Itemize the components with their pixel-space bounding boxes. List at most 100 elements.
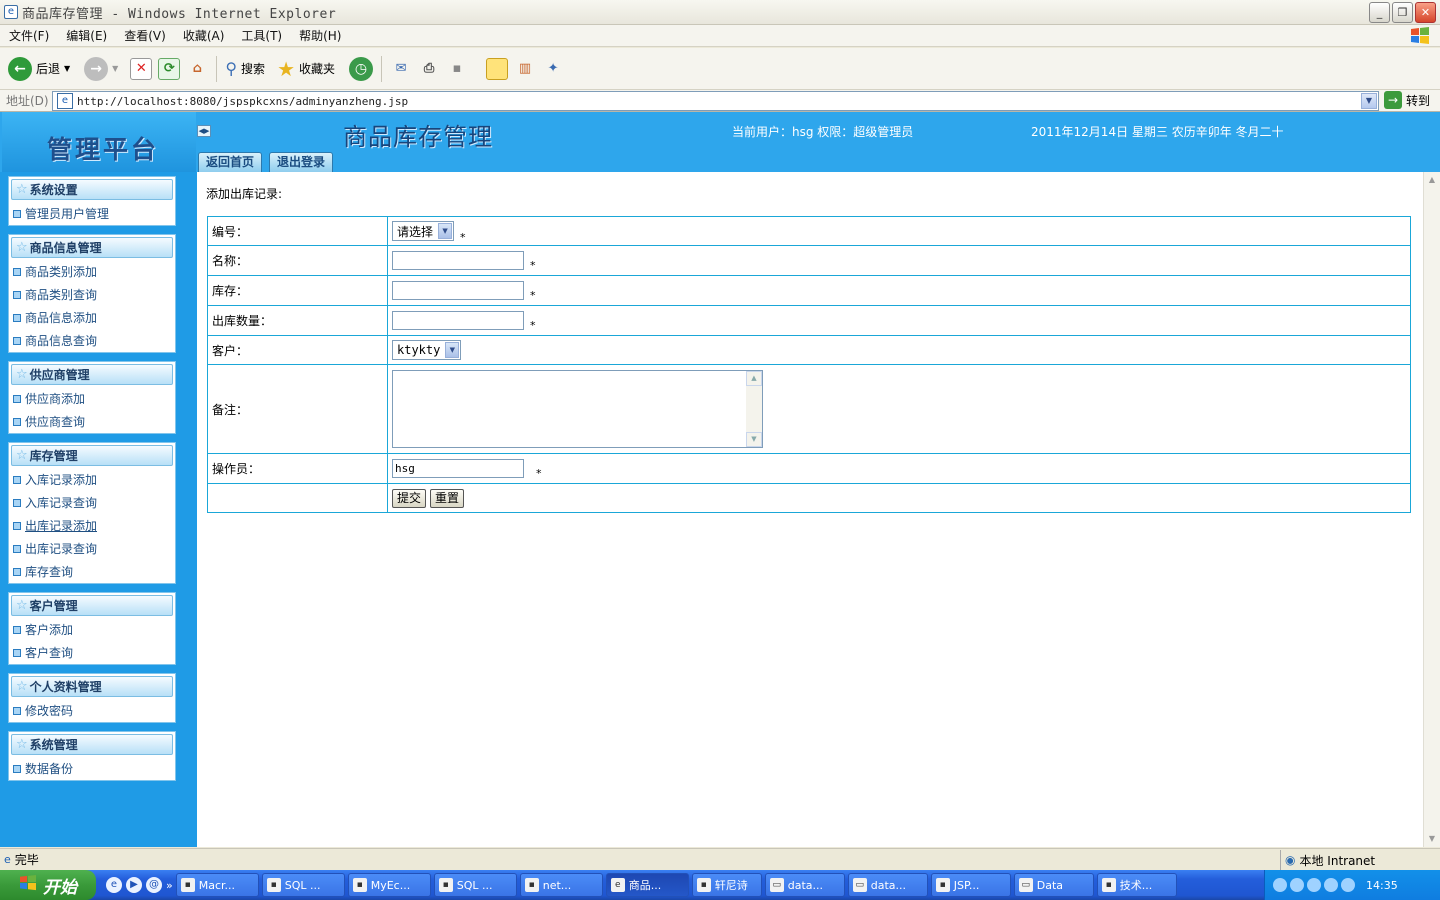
sidebar-item-admin-users[interactable]: 管理员用户管理 [9,202,175,225]
collapse-sidebar-icon[interactable]: ◀▶ [197,125,211,137]
required-mark: * [530,289,536,302]
sidebar-section-product-info: ☆ 商品信息管理 商品类别添加 商品类别查询 商品信息添加 商品信息查询 [8,234,176,353]
taskbar-item[interactable]: ▪ MyEc... [347,873,431,897]
media-icon[interactable]: ▶ [126,877,142,893]
sidebar-section-header[interactable]: ☆ 系统设置 [11,179,173,200]
taskbar-item[interactable]: ▪ 轩尼诗 [691,873,762,897]
bullet-icon [13,417,21,426]
edit-icon[interactable]: ▪ [446,58,468,80]
tray-icon[interactable] [1307,878,1321,892]
operator-input[interactable] [392,459,524,478]
sidebar-item-stockout-query[interactable]: 出库记录查询 [9,537,175,560]
scroll-down-icon[interactable]: ▼ [1424,831,1440,847]
address-input[interactable]: e http://localhost:8080/jspspkcxns/admin… [52,91,1379,111]
scroll-up-icon[interactable]: ▲ [1424,172,1440,188]
tray-icon[interactable] [1341,878,1355,892]
reset-button[interactable]: 重置 [430,488,465,508]
taskbar-item[interactable]: ▭ data... [847,873,928,897]
taskbar-item[interactable]: ▪ SQL ... [261,873,345,897]
sidebar-item-category-query[interactable]: 商品类别查询 [9,283,175,306]
out-qty-input[interactable] [392,311,524,330]
taskbar-item[interactable]: ▪ JSP... [930,873,1011,897]
taskbar-item[interactable]: ▭ data... [764,873,845,897]
research-icon[interactable]: ▥ [514,58,536,80]
sidebar-section-header[interactable]: ☆ 客户管理 [11,595,173,616]
textarea-scrollbar[interactable]: ▲ ▼ [746,371,762,447]
mail-icon[interactable]: ✉ [390,58,412,80]
menu-file[interactable]: 文件(F) [0,27,57,44]
sidebar-section-header[interactable]: ☆ 供应商管理 [11,364,173,385]
go-button[interactable]: → 转到 [1384,91,1430,109]
history-icon[interactable]: ◷ [349,56,374,81]
search-button[interactable]: ⚲ 搜索 [225,54,265,84]
menu-edit[interactable]: 编辑(E) [57,27,115,44]
menu-view[interactable]: 查看(V) [115,27,174,44]
sidebar-section-header[interactable]: ☆ 商品信息管理 [11,237,173,258]
code-select[interactable]: 请选择 ▼ [392,221,455,241]
tray-icon[interactable] [1273,878,1287,892]
note-icon[interactable] [486,57,509,80]
sidebar-item-supplier-query[interactable]: 供应商查询 [9,410,175,433]
sidebar-section-supplier: ☆ 供应商管理 供应商添加 供应商查询 [8,361,176,434]
close-button[interactable]: ✕ [1415,2,1436,23]
intranet-icon: ◉ [1285,853,1296,867]
taskbar-item[interactable]: ▪ net... [519,873,603,897]
sidebar-item-stockin-add[interactable]: 入库记录添加 [9,468,175,491]
ie-icon[interactable]: e [106,877,122,893]
stock-input[interactable] [392,281,524,300]
submit-button[interactable]: 提交 [392,488,427,508]
address-dropdown-icon[interactable]: ▼ [1361,93,1377,109]
remark-textarea[interactable]: ▲ ▼ [392,370,763,448]
name-input[interactable] [392,251,524,270]
tab-home[interactable]: 返回首页 [198,152,263,172]
sidebar-section-header[interactable]: ☆ 个人资料管理 [11,676,173,697]
taskbar-item-active[interactable]: e 商品... [605,873,689,897]
customer-select[interactable]: ktykty ▼ [392,340,462,360]
menu-help[interactable]: 帮助(H) [290,27,349,44]
taskbar-item[interactable]: ▪ SQL ... [433,873,517,897]
stop-icon[interactable]: ✕ [130,57,153,80]
windows-logo-icon [19,874,37,896]
sidebar-item-category-add[interactable]: 商品类别添加 [9,260,175,283]
home-icon[interactable]: ⌂ [186,58,208,80]
restore-button[interactable]: ❐ [1392,2,1413,23]
sidebar-item-stockin-query[interactable]: 入库记录查询 [9,491,175,514]
sidebar-section-system-admin: ☆ 系统管理 数据备份 [8,731,176,781]
forward-button[interactable]: → ▼ [84,54,118,84]
sidebar-item-stock-query[interactable]: 库存查询 [9,560,175,583]
sidebar-item-data-backup[interactable]: 数据备份 [9,757,175,780]
app-icon: ▪ [1101,878,1116,892]
favorites-button[interactable]: ★ 收藏夹 [277,54,335,84]
sidebar-item-product-add[interactable]: 商品信息添加 [9,306,175,329]
taskbar-item[interactable]: ▪ Macr... [175,873,259,897]
sidebar-section-header[interactable]: ☆ 系统管理 [11,734,173,755]
back-button[interactable]: ← 后退 ▼ [8,54,70,84]
site-header: 管理平台 ◀▶ 商品库存管理 返回首页 退出登录 当前用户：hsg 权限：超级管… [0,112,1440,172]
sidebar: ☆ 系统设置 管理员用户管理 ☆ 商品信息管理 商品类别添加 商品类别查询 商品信息… [0,172,197,847]
menu-favorites[interactable]: 收藏(A) [174,27,233,44]
sidebar-item-customer-query[interactable]: 客户查询 [9,641,175,664]
sidebar-item-product-query[interactable]: 商品信息查询 [9,329,175,352]
taskbar-item[interactable]: ▭ Data [1013,873,1094,897]
tray-icon[interactable] [1290,878,1304,892]
chevron-down-icon: ▼ [438,223,453,239]
app-icon: ▪ [696,878,711,892]
tab-logout[interactable]: 退出登录 [269,152,334,172]
minimize-button[interactable]: _ [1369,2,1390,23]
start-button[interactable]: 开始 [0,870,96,900]
sidebar-item-change-password[interactable]: 修改密码 [9,699,175,722]
refresh-icon[interactable]: ⟳ [158,57,181,80]
messenger-icon[interactable]: ✦ [542,58,564,80]
taskbar-item[interactable]: ▪ 技术... [1096,873,1177,897]
menu-tools[interactable]: 工具(T) [232,27,290,44]
sidebar-item-stockout-add[interactable]: 出库记录添加 [9,514,175,537]
bullet-icon [13,209,21,218]
page-scrollbar[interactable]: ▲ ▼ [1423,172,1440,847]
sidebar-item-customer-add[interactable]: 客户添加 [9,618,175,641]
sidebar-section-header[interactable]: ☆ 库存管理 [11,445,173,466]
print-icon[interactable]: ⎙ [418,58,440,80]
sidebar-item-supplier-add[interactable]: 供应商添加 [9,387,175,410]
tray-icon[interactable] [1324,878,1338,892]
chevron-right-icon[interactable]: » [166,879,173,892]
outlook-icon[interactable]: @ [146,877,162,893]
